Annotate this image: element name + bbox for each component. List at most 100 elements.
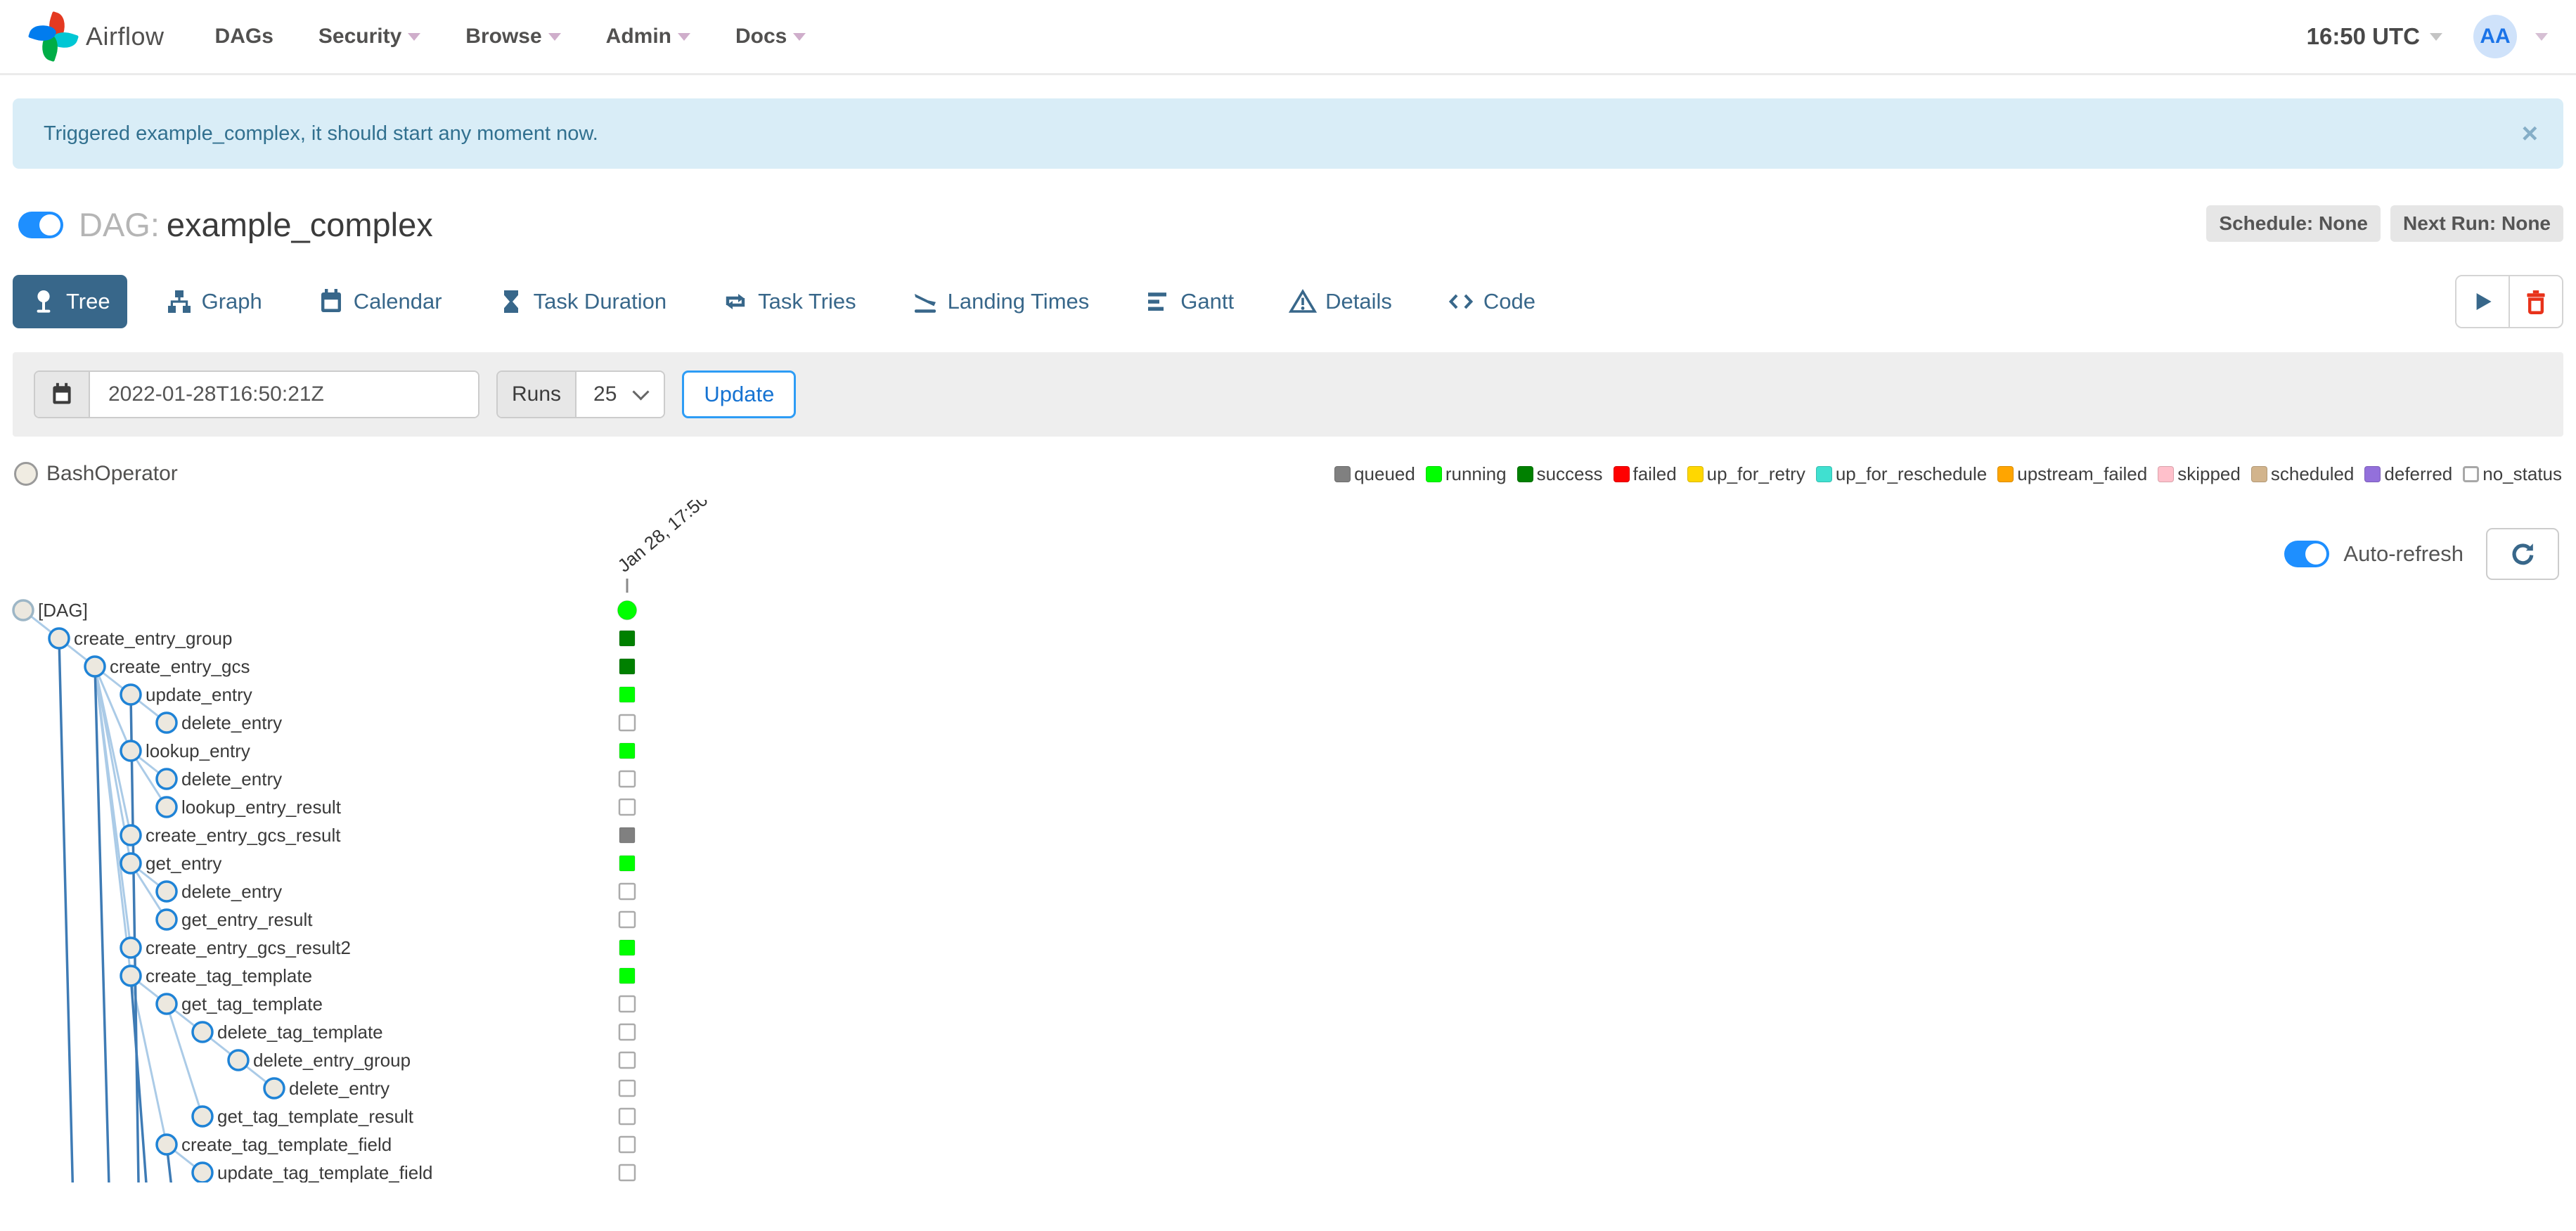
tree-node-create_entry_gcs_result[interactable] [120, 824, 142, 846]
airflow-brand[interactable]: Airflow [27, 11, 165, 63]
tree-node-label[interactable]: [DAG] [38, 600, 88, 621]
tree-node-delete_entry[interactable] [263, 1077, 285, 1100]
tab-details[interactable]: Details [1272, 275, 1409, 328]
task-status-square-no_status[interactable] [618, 798, 636, 816]
task-status-square-no_status[interactable] [618, 1051, 636, 1069]
nav-item-security[interactable]: Security [318, 25, 421, 49]
tab-task-tries[interactable]: Task Tries [704, 275, 873, 328]
task-status-square-no_status[interactable] [618, 1164, 636, 1182]
tree-node-delete_entry[interactable] [155, 880, 178, 903]
tree-node-update_entry[interactable] [120, 683, 142, 706]
tree-node-create_entry_gcs[interactable] [84, 655, 106, 678]
tab-tree[interactable]: Tree [13, 275, 127, 328]
tree-node-create_entry_gcs_result2[interactable] [120, 936, 142, 959]
tree-node-label[interactable]: delete_entry_group [253, 1050, 411, 1071]
tree-node-label[interactable]: lookup_entry_result [181, 797, 342, 818]
task-status-square-running[interactable] [619, 742, 636, 759]
status-legend-item-deferred[interactable]: deferred [2364, 463, 2452, 485]
tab-gantt[interactable]: Gantt [1127, 275, 1251, 328]
nav-item-browse[interactable]: Browse [465, 25, 561, 49]
tree-node-delete_tag_template[interactable] [191, 1021, 214, 1043]
tab-graph[interactable]: Graph [148, 275, 279, 328]
clock-dropdown[interactable]: 16:50 UTC [2307, 23, 2442, 50]
tree-node-label[interactable]: get_entry_result [181, 909, 313, 930]
task-status-square-no_status[interactable] [618, 1079, 636, 1097]
status-legend-item-up_for_reschedule[interactable]: up_for_reschedule [1815, 463, 1987, 485]
auto-refresh-toggle[interactable] [2284, 541, 2330, 567]
avatar-chevron-down-icon[interactable] [2535, 32, 2548, 41]
tree-node-label[interactable]: get_tag_template [181, 993, 323, 1014]
status-legend-item-up_for_retry[interactable]: up_for_retry [1687, 463, 1805, 485]
task-status-square-no_status[interactable] [618, 910, 636, 929]
tree-node-label[interactable]: create_tag_template [146, 965, 312, 986]
tree-node-label[interactable]: create_entry_group [74, 628, 232, 649]
task-status-square-no_status[interactable] [618, 1023, 636, 1041]
tree-node-label[interactable]: create_entry_gcs_result [146, 825, 341, 846]
avatar[interactable]: AA [2473, 15, 2517, 58]
task-status-square-success[interactable] [619, 658, 636, 675]
status-legend-item-no_status[interactable]: no_status [2463, 463, 2562, 485]
tab-calendar[interactable]: Calendar [300, 275, 459, 328]
tree-node-create_tag_template[interactable] [120, 965, 142, 987]
num-runs-select[interactable]: 25 [577, 372, 664, 417]
tab-task-duration[interactable]: Task Duration [480, 275, 684, 328]
base-date-input[interactable] [90, 372, 478, 417]
tree-node-label[interactable]: create_entry_gcs [110, 656, 250, 677]
tab-landing-times[interactable]: Landing Times [894, 275, 1107, 328]
tree-node-get_entry_result[interactable] [155, 908, 178, 931]
tree-node-label[interactable]: lookup_entry [146, 740, 250, 761]
nav-item-dags[interactable]: DAGs [215, 25, 273, 49]
task-status-square-no_status[interactable] [618, 995, 636, 1013]
nav-item-docs[interactable]: Docs [735, 25, 806, 49]
task-status-square-running[interactable] [619, 939, 636, 956]
tree-node-label[interactable]: delete_entry [181, 881, 282, 902]
tree-node-lookup_entry_result[interactable] [155, 796, 178, 818]
task-status-square-running[interactable] [619, 686, 636, 703]
status-legend-item-success[interactable]: success [1516, 463, 1603, 485]
close-icon[interactable]: × [2522, 120, 2538, 148]
tree-node-label[interactable]: update_tag_template_field [217, 1162, 432, 1182]
tree-node-delete_entry[interactable] [155, 768, 178, 790]
status-legend-item-queued[interactable]: queued [1334, 463, 1415, 485]
tree-node-create_entry_group[interactable] [48, 627, 70, 650]
tree-node-label[interactable]: delete_entry [289, 1078, 389, 1099]
tree-node-label[interactable]: create_entry_gcs_result2 [146, 937, 351, 958]
nav-item-admin[interactable]: Admin [606, 25, 690, 49]
task-status-square-no_status[interactable] [618, 1135, 636, 1154]
tree-node-update_tag_template_field[interactable] [191, 1161, 214, 1182]
tree-node-label[interactable]: delete_tag_template [217, 1021, 383, 1043]
tree-node-create_tag_template_field[interactable] [155, 1133, 178, 1156]
task-status-square-no_status[interactable] [618, 714, 636, 732]
tree-node-DAG[interactable] [12, 599, 34, 621]
tree-node-delete_entry_group[interactable] [227, 1049, 250, 1071]
task-status-square-running[interactable] [619, 855, 636, 872]
status-legend-item-running[interactable]: running [1425, 463, 1507, 485]
tree-node-get_entry[interactable] [120, 852, 142, 875]
tree-node-get_tag_template_result[interactable] [191, 1105, 214, 1128]
dag-run-status-circle[interactable] [617, 600, 638, 621]
refresh-button[interactable] [2486, 528, 2559, 580]
status-legend-item-upstream_failed[interactable]: upstream_failed [1997, 463, 2147, 485]
dag-pause-toggle[interactable] [18, 211, 63, 238]
update-button[interactable]: Update [682, 370, 797, 418]
tab-code[interactable]: Code [1430, 275, 1552, 328]
tree-node-label[interactable]: delete_entry [181, 712, 282, 733]
delete-dag-button[interactable] [2509, 276, 2562, 327]
tree-node-label[interactable]: update_entry [146, 684, 252, 705]
task-status-square-success[interactable] [619, 630, 636, 647]
tree-node-get_tag_template[interactable] [155, 993, 178, 1015]
status-legend-item-skipped[interactable]: skipped [2158, 463, 2241, 485]
status-legend-item-scheduled[interactable]: scheduled [2250, 463, 2354, 485]
task-status-square-queued[interactable] [619, 827, 636, 844]
task-status-square-no_status[interactable] [618, 770, 636, 788]
tree-node-label[interactable]: create_tag_template_field [181, 1134, 392, 1155]
tree-node-label[interactable]: delete_entry [181, 768, 282, 789]
tree-node-delete_entry[interactable] [155, 711, 178, 734]
status-legend-item-failed[interactable]: failed [1613, 463, 1677, 485]
task-status-square-no_status[interactable] [618, 1107, 636, 1126]
tree-node-label[interactable]: get_tag_template_result [217, 1106, 414, 1127]
task-status-square-running[interactable] [619, 967, 636, 984]
tree-node-lookup_entry[interactable] [120, 740, 142, 762]
tree-node-label[interactable]: get_entry [146, 853, 221, 874]
trigger-dag-button[interactable] [2456, 276, 2509, 327]
